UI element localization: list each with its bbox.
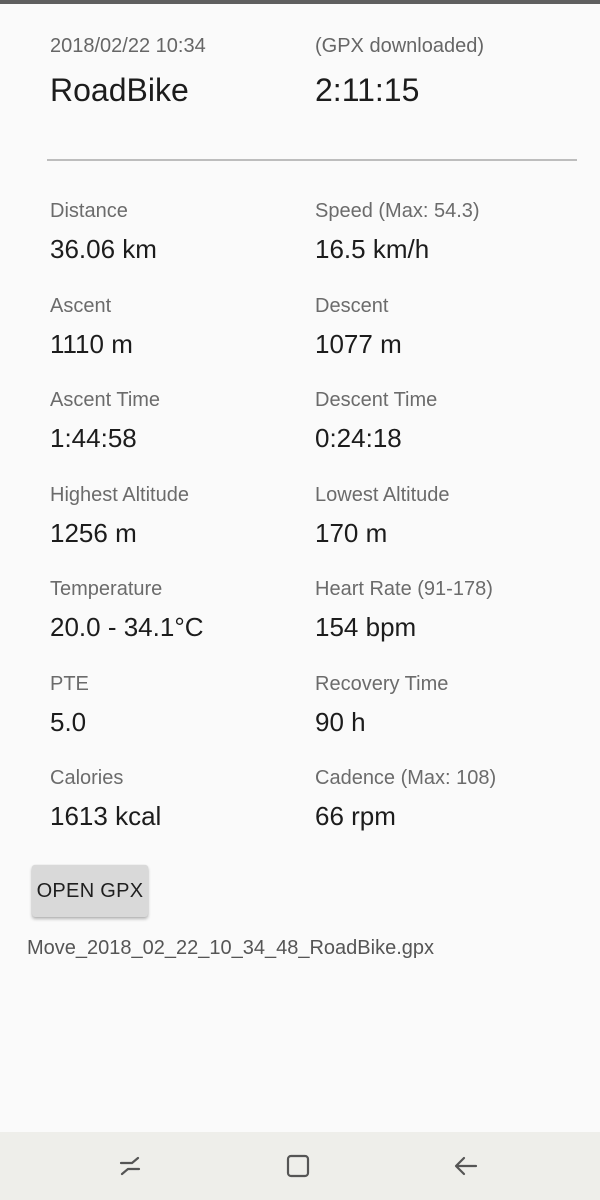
stat-calories: Calories 1613 kcal [50, 766, 310, 832]
stat-value: 1613 kcal [50, 801, 162, 831]
stat-recovery-time: Recovery Time 90 h [315, 672, 575, 738]
stat-temperature: Temperature 20.0 - 34.1°C [50, 577, 310, 643]
stat-label: Distance [50, 200, 128, 222]
stat-highest-altitude: Highest Altitude 1256 m [50, 483, 310, 549]
stat-label: Recovery Time [315, 673, 449, 695]
stat-heart-rate: Heart Rate (91-178) 154 bpm [315, 577, 575, 643]
stat-label: Speed (Max: 54.3) [315, 200, 480, 222]
stat-label: Descent Time [315, 389, 438, 411]
top-status-edge [0, 0, 600, 4]
stat-value: 170 m [315, 518, 388, 548]
activity-type: RoadBike [50, 72, 189, 108]
stat-lowest-altitude: Lowest Altitude 170 m [315, 483, 575, 549]
header-left: 2018/02/22 10:34 RoadBike [50, 34, 310, 110]
stat-label: Temperature [50, 578, 163, 600]
back-button[interactable] [446, 1146, 486, 1186]
gpx-filename: Move_2018_02_22_10_34_48_RoadBike.gpx [27, 937, 435, 959]
stat-label: Ascent [50, 295, 112, 317]
stat-value: 36.06 km [50, 234, 157, 264]
stat-descent: Descent 1077 m [315, 294, 575, 360]
stat-value: 1077 m [315, 329, 402, 359]
stat-pte: PTE 5.0 [50, 672, 310, 738]
stat-distance: Distance 36.06 km [50, 199, 310, 265]
stat-value: 20.0 - 34.1°C [50, 612, 204, 642]
stat-label: Cadence (Max: 108) [315, 767, 497, 789]
stat-cadence: Cadence (Max: 108) 66 rpm [315, 766, 575, 832]
stat-value: 154 bpm [315, 612, 417, 642]
header-divider [47, 159, 577, 161]
stat-value: 66 rpm [315, 801, 396, 831]
stat-label: Highest Altitude [50, 484, 189, 506]
gpx-status: (GPX downloaded) [315, 35, 484, 57]
stat-speed: Speed (Max: 54.3) 16.5 km/h [315, 199, 575, 265]
stat-value: 90 h [315, 707, 366, 737]
stat-value: 5.0 [50, 707, 87, 737]
stat-label: Calories [50, 767, 124, 789]
stat-value: 0:24:18 [315, 423, 402, 453]
stat-label: Heart Rate (91-178) [315, 578, 493, 600]
recent-apps-button[interactable] [110, 1146, 150, 1186]
stat-descent-time: Descent Time 0:24:18 [315, 388, 575, 454]
stat-value: 1:44:58 [50, 423, 137, 453]
stat-value: 16.5 km/h [315, 234, 430, 264]
open-gpx-button[interactable]: OPEN GPX [32, 865, 148, 917]
stat-value: 1110 m [50, 329, 133, 359]
stat-label: Lowest Altitude [315, 484, 450, 506]
stat-label: Descent [315, 295, 389, 317]
activity-datetime: 2018/02/22 10:34 [50, 35, 206, 57]
stat-label: PTE [50, 673, 89, 695]
back-icon [454, 1156, 478, 1176]
activity-duration: 2:11:15 [315, 72, 420, 108]
stat-ascent-time: Ascent Time 1:44:58 [50, 388, 310, 454]
stat-ascent: Ascent 1110 m [50, 294, 310, 360]
stat-value: 1256 m [50, 518, 137, 548]
header-right: (GPX downloaded) 2:11:15 [315, 34, 575, 110]
home-button[interactable] [278, 1146, 318, 1186]
system-navigation-bar [0, 1132, 600, 1200]
home-icon [286, 1154, 310, 1178]
stat-label: Ascent Time [50, 389, 161, 411]
recent-apps-icon [119, 1156, 141, 1176]
